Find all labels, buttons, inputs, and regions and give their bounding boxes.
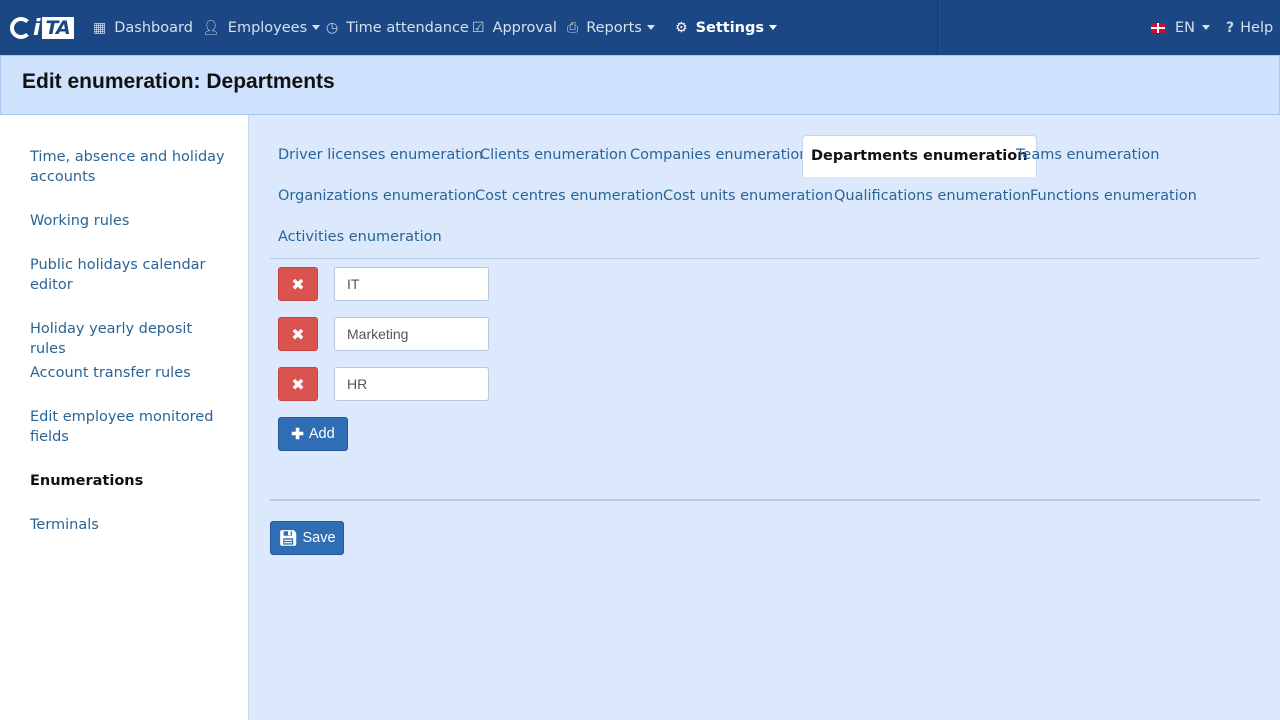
tab-activities[interactable]: Activities enumeration bbox=[270, 217, 450, 257]
settings-sidebar: Time, absence and holiday accounts Worki… bbox=[0, 115, 249, 720]
app-logo[interactable]: i TA bbox=[10, 16, 74, 41]
top-navbar: i TA ▦ Dashboard 👤︎ Employees ◷ Time atte… bbox=[0, 0, 1280, 55]
sidebar-item-public-holidays[interactable]: Public holidays calendar editor bbox=[30, 255, 210, 295]
chevron-down-icon bbox=[312, 25, 321, 30]
nav-settings-label: Settings bbox=[695, 19, 765, 36]
gear-icon: ⚙ bbox=[675, 19, 688, 36]
sidebar-item-enumerations[interactable]: Enumerations bbox=[30, 471, 230, 491]
add-button-label: Add bbox=[308, 426, 335, 442]
nav-employees[interactable]: 👤︎ Employees bbox=[202, 0, 321, 55]
save-button[interactable]: 💾︎ Save bbox=[270, 521, 344, 555]
clock-icon: ◷ bbox=[326, 19, 339, 36]
nav-approval[interactable]: ☑ Approval bbox=[472, 0, 557, 55]
tab-cost-units[interactable]: Cost units enumeration bbox=[655, 176, 841, 216]
tab-departments[interactable]: Departments enumeration bbox=[802, 135, 1037, 177]
nav-time-attendance-label: Time attendance bbox=[346, 19, 469, 36]
close-icon: ✖ bbox=[291, 274, 305, 294]
entry-input[interactable] bbox=[334, 367, 489, 401]
chevron-down-icon bbox=[646, 25, 655, 30]
sidebar-item-holiday-deposit[interactable]: Holiday yearly deposit rules bbox=[30, 319, 230, 359]
sidebar-item-monitored-fields[interactable]: Edit employee monitored fields bbox=[30, 407, 215, 447]
tab-clients[interactable]: Clients enumeration bbox=[472, 135, 635, 175]
form-separator bbox=[270, 499, 1260, 501]
logo-ta: TA bbox=[41, 17, 74, 39]
entry-input[interactable] bbox=[334, 267, 489, 301]
sidebar-item-working-rules[interactable]: Working rules bbox=[30, 211, 230, 231]
print-icon: ⎙ bbox=[567, 19, 579, 36]
tab-organizations[interactable]: Organizations enumeration bbox=[270, 176, 484, 216]
tab-cost-centres[interactable]: Cost centres enumeration bbox=[467, 176, 671, 216]
close-icon: ✖ bbox=[291, 324, 305, 344]
delete-entry-button[interactable]: ✖ bbox=[278, 367, 318, 401]
nav-divider bbox=[937, 0, 938, 55]
nav-dashboard[interactable]: ▦ Dashboard bbox=[93, 0, 193, 55]
user-icon: 👤︎ bbox=[202, 19, 220, 36]
nav-reports[interactable]: ⎙ Reports bbox=[567, 0, 655, 55]
logo-c-icon bbox=[10, 17, 32, 39]
save-button-label: Save bbox=[302, 530, 336, 546]
sidebar-item-accounts[interactable]: Time, absence and holiday accounts bbox=[30, 147, 230, 187]
uk-flag-icon bbox=[1151, 22, 1165, 33]
delete-entry-button[interactable]: ✖ bbox=[278, 267, 318, 301]
tab-companies[interactable]: Companies enumeration bbox=[622, 135, 816, 175]
grid-icon: ▦ bbox=[93, 19, 107, 36]
tab-driver-licenses[interactable]: Driver licenses enumeration bbox=[270, 135, 491, 175]
chevron-down-icon bbox=[769, 25, 778, 30]
close-icon: ✖ bbox=[291, 374, 305, 394]
language-label: EN bbox=[1175, 19, 1196, 36]
page-title: Edit enumeration: Departments bbox=[22, 70, 335, 93]
nav-reports-label: Reports bbox=[586, 19, 642, 36]
page-header: Edit enumeration: Departments bbox=[0, 55, 1280, 115]
sidebar-item-terminals[interactable]: Terminals bbox=[30, 515, 230, 535]
plus-icon: ✚ bbox=[291, 426, 304, 443]
nav-approval-label: Approval bbox=[492, 19, 557, 36]
tabs-divider bbox=[270, 258, 1260, 259]
nav-help[interactable]: ? Help bbox=[1226, 0, 1273, 55]
tab-teams[interactable]: Teams enumeration bbox=[1008, 135, 1167, 175]
check-square-icon: ☑ bbox=[472, 19, 485, 36]
question-icon: ? bbox=[1226, 19, 1235, 36]
tab-qualifications[interactable]: Qualifications enumeration bbox=[826, 176, 1038, 216]
tab-functions[interactable]: Functions enumeration bbox=[1022, 176, 1205, 216]
main-content: Driver licenses enumeration Clients enum… bbox=[249, 115, 1280, 720]
nav-employees-label: Employees bbox=[227, 19, 308, 36]
entry-input[interactable] bbox=[334, 317, 489, 351]
nav-time-attendance[interactable]: ◷ Time attendance bbox=[326, 0, 469, 55]
nav-help-label: Help bbox=[1240, 19, 1274, 36]
sidebar-item-account-transfer[interactable]: Account transfer rules bbox=[30, 363, 230, 383]
nav-settings[interactable]: ⚙ Settings bbox=[675, 0, 778, 55]
language-selector[interactable]: EN bbox=[1151, 0, 1211, 55]
add-entry-button[interactable]: ✚ Add bbox=[278, 417, 348, 451]
delete-entry-button[interactable]: ✖ bbox=[278, 317, 318, 351]
floppy-disk-icon: 💾︎ bbox=[278, 530, 298, 547]
chevron-down-icon bbox=[1202, 25, 1211, 30]
nav-dashboard-label: Dashboard bbox=[114, 19, 193, 36]
